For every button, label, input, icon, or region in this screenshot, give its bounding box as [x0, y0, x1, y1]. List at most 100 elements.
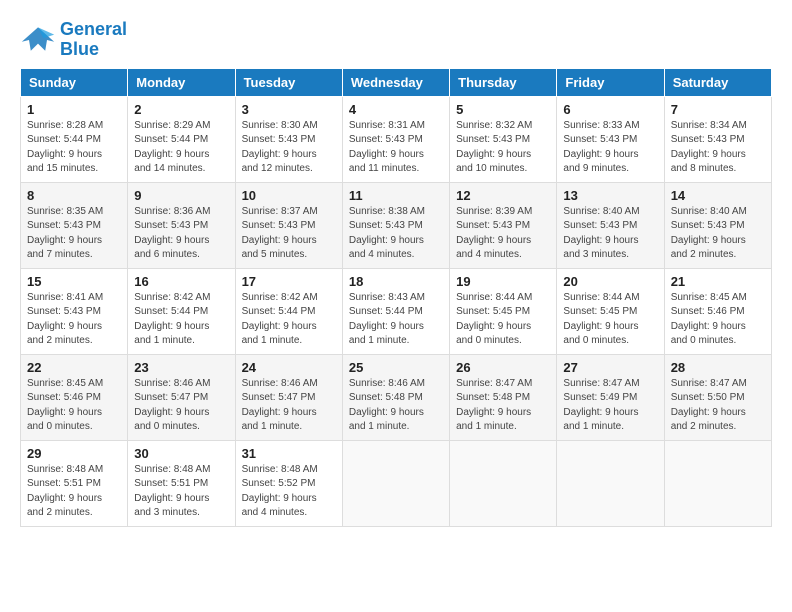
calendar-cell	[450, 440, 557, 526]
calendar-cell: 12 Sunrise: 8:39 AM Sunset: 5:43 PM Dayl…	[450, 182, 557, 268]
logo-text: General Blue	[60, 20, 127, 60]
day-info: Sunrise: 8:42 AM Sunset: 5:44 PM Dayligh…	[134, 291, 228, 349]
calendar-cell: 21 Sunrise: 8:45 AM Sunset: 5:46 PM Dayl…	[664, 268, 771, 354]
day-info: Sunrise: 8:47 AM Sunset: 5:49 PM Dayligh…	[563, 377, 657, 435]
calendar-cell: 9 Sunrise: 8:36 AM Sunset: 5:43 PM Dayli…	[128, 182, 235, 268]
day-number: 23	[134, 360, 228, 375]
day-info: Sunrise: 8:41 AM Sunset: 5:43 PM Dayligh…	[27, 291, 121, 349]
calendar-cell: 23 Sunrise: 8:46 AM Sunset: 5:47 PM Dayl…	[128, 354, 235, 440]
day-info: Sunrise: 8:47 AM Sunset: 5:48 PM Dayligh…	[456, 377, 550, 435]
calendar-day-header: Sunday	[21, 68, 128, 96]
day-info: Sunrise: 8:37 AM Sunset: 5:43 PM Dayligh…	[242, 205, 336, 263]
day-info: Sunrise: 8:48 AM Sunset: 5:52 PM Dayligh…	[242, 463, 336, 521]
day-number: 8	[27, 188, 121, 203]
day-number: 18	[349, 274, 443, 289]
day-number: 7	[671, 102, 765, 117]
day-info: Sunrise: 8:46 AM Sunset: 5:47 PM Dayligh…	[242, 377, 336, 435]
calendar-header-row: SundayMondayTuesdayWednesdayThursdayFrid…	[21, 68, 772, 96]
calendar-table: SundayMondayTuesdayWednesdayThursdayFrid…	[20, 68, 772, 527]
day-number: 21	[671, 274, 765, 289]
day-number: 9	[134, 188, 228, 203]
day-info: Sunrise: 8:40 AM Sunset: 5:43 PM Dayligh…	[563, 205, 657, 263]
day-info: Sunrise: 8:31 AM Sunset: 5:43 PM Dayligh…	[349, 119, 443, 177]
day-number: 22	[27, 360, 121, 375]
day-number: 6	[563, 102, 657, 117]
calendar-cell: 31 Sunrise: 8:48 AM Sunset: 5:52 PM Dayl…	[235, 440, 342, 526]
calendar-cell: 3 Sunrise: 8:30 AM Sunset: 5:43 PM Dayli…	[235, 96, 342, 182]
day-info: Sunrise: 8:45 AM Sunset: 5:46 PM Dayligh…	[27, 377, 121, 435]
day-number: 19	[456, 274, 550, 289]
calendar-day-header: Saturday	[664, 68, 771, 96]
calendar-week-row: 1 Sunrise: 8:28 AM Sunset: 5:44 PM Dayli…	[21, 96, 772, 182]
day-info: Sunrise: 8:48 AM Sunset: 5:51 PM Dayligh…	[134, 463, 228, 521]
day-number: 29	[27, 446, 121, 461]
logo-icon	[20, 25, 56, 55]
day-info: Sunrise: 8:42 AM Sunset: 5:44 PM Dayligh…	[242, 291, 336, 349]
calendar-cell: 20 Sunrise: 8:44 AM Sunset: 5:45 PM Dayl…	[557, 268, 664, 354]
day-info: Sunrise: 8:43 AM Sunset: 5:44 PM Dayligh…	[349, 291, 443, 349]
day-number: 25	[349, 360, 443, 375]
day-number: 16	[134, 274, 228, 289]
calendar-day-header: Wednesday	[342, 68, 449, 96]
calendar-cell: 6 Sunrise: 8:33 AM Sunset: 5:43 PM Dayli…	[557, 96, 664, 182]
calendar-cell: 17 Sunrise: 8:42 AM Sunset: 5:44 PM Dayl…	[235, 268, 342, 354]
day-number: 14	[671, 188, 765, 203]
day-info: Sunrise: 8:44 AM Sunset: 5:45 PM Dayligh…	[456, 291, 550, 349]
calendar-cell: 16 Sunrise: 8:42 AM Sunset: 5:44 PM Dayl…	[128, 268, 235, 354]
calendar-cell: 1 Sunrise: 8:28 AM Sunset: 5:44 PM Dayli…	[21, 96, 128, 182]
day-number: 10	[242, 188, 336, 203]
calendar-day-header: Thursday	[450, 68, 557, 96]
calendar-cell: 15 Sunrise: 8:41 AM Sunset: 5:43 PM Dayl…	[21, 268, 128, 354]
day-number: 30	[134, 446, 228, 461]
calendar-day-header: Friday	[557, 68, 664, 96]
logo: General Blue	[20, 20, 127, 60]
day-number: 27	[563, 360, 657, 375]
day-info: Sunrise: 8:36 AM Sunset: 5:43 PM Dayligh…	[134, 205, 228, 263]
day-info: Sunrise: 8:44 AM Sunset: 5:45 PM Dayligh…	[563, 291, 657, 349]
day-info: Sunrise: 8:46 AM Sunset: 5:47 PM Dayligh…	[134, 377, 228, 435]
calendar-cell: 25 Sunrise: 8:46 AM Sunset: 5:48 PM Dayl…	[342, 354, 449, 440]
calendar-day-header: Monday	[128, 68, 235, 96]
calendar-cell: 10 Sunrise: 8:37 AM Sunset: 5:43 PM Dayl…	[235, 182, 342, 268]
calendar-cell: 27 Sunrise: 8:47 AM Sunset: 5:49 PM Dayl…	[557, 354, 664, 440]
calendar-cell: 11 Sunrise: 8:38 AM Sunset: 5:43 PM Dayl…	[342, 182, 449, 268]
calendar-cell: 4 Sunrise: 8:31 AM Sunset: 5:43 PM Dayli…	[342, 96, 449, 182]
day-info: Sunrise: 8:28 AM Sunset: 5:44 PM Dayligh…	[27, 119, 121, 177]
day-number: 24	[242, 360, 336, 375]
calendar-cell: 22 Sunrise: 8:45 AM Sunset: 5:46 PM Dayl…	[21, 354, 128, 440]
day-number: 3	[242, 102, 336, 117]
calendar-cell: 29 Sunrise: 8:48 AM Sunset: 5:51 PM Dayl…	[21, 440, 128, 526]
day-info: Sunrise: 8:35 AM Sunset: 5:43 PM Dayligh…	[27, 205, 121, 263]
day-number: 5	[456, 102, 550, 117]
day-number: 20	[563, 274, 657, 289]
day-info: Sunrise: 8:29 AM Sunset: 5:44 PM Dayligh…	[134, 119, 228, 177]
day-number: 28	[671, 360, 765, 375]
calendar-cell: 30 Sunrise: 8:48 AM Sunset: 5:51 PM Dayl…	[128, 440, 235, 526]
day-number: 17	[242, 274, 336, 289]
day-info: Sunrise: 8:40 AM Sunset: 5:43 PM Dayligh…	[671, 205, 765, 263]
day-number: 11	[349, 188, 443, 203]
calendar-cell: 26 Sunrise: 8:47 AM Sunset: 5:48 PM Dayl…	[450, 354, 557, 440]
calendar-week-row: 15 Sunrise: 8:41 AM Sunset: 5:43 PM Dayl…	[21, 268, 772, 354]
calendar-week-row: 22 Sunrise: 8:45 AM Sunset: 5:46 PM Dayl…	[21, 354, 772, 440]
calendar-cell: 8 Sunrise: 8:35 AM Sunset: 5:43 PM Dayli…	[21, 182, 128, 268]
calendar-week-row: 8 Sunrise: 8:35 AM Sunset: 5:43 PM Dayli…	[21, 182, 772, 268]
header: General Blue	[20, 20, 772, 60]
day-number: 31	[242, 446, 336, 461]
day-info: Sunrise: 8:34 AM Sunset: 5:43 PM Dayligh…	[671, 119, 765, 177]
calendar-cell: 5 Sunrise: 8:32 AM Sunset: 5:43 PM Dayli…	[450, 96, 557, 182]
day-info: Sunrise: 8:38 AM Sunset: 5:43 PM Dayligh…	[349, 205, 443, 263]
calendar-cell: 28 Sunrise: 8:47 AM Sunset: 5:50 PM Dayl…	[664, 354, 771, 440]
day-number: 2	[134, 102, 228, 117]
day-number: 15	[27, 274, 121, 289]
day-number: 1	[27, 102, 121, 117]
day-info: Sunrise: 8:46 AM Sunset: 5:48 PM Dayligh…	[349, 377, 443, 435]
calendar-cell: 19 Sunrise: 8:44 AM Sunset: 5:45 PM Dayl…	[450, 268, 557, 354]
day-number: 12	[456, 188, 550, 203]
day-info: Sunrise: 8:39 AM Sunset: 5:43 PM Dayligh…	[456, 205, 550, 263]
calendar-cell: 7 Sunrise: 8:34 AM Sunset: 5:43 PM Dayli…	[664, 96, 771, 182]
day-number: 26	[456, 360, 550, 375]
day-info: Sunrise: 8:48 AM Sunset: 5:51 PM Dayligh…	[27, 463, 121, 521]
day-info: Sunrise: 8:30 AM Sunset: 5:43 PM Dayligh…	[242, 119, 336, 177]
calendar-day-header: Tuesday	[235, 68, 342, 96]
